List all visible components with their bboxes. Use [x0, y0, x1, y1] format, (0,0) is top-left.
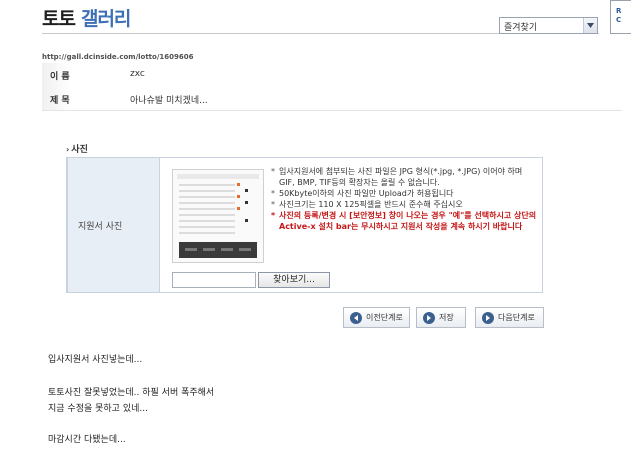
photo-warning: 사진의 등록/변경 시 [보안정보] 창이 나오는 경우 "예"를 선택하시고 …	[270, 210, 540, 232]
post-body-line: 지금 수정을 못하고 있네...	[48, 404, 148, 414]
name-label: 이 름	[50, 72, 70, 82]
save-label: 저장	[439, 313, 454, 322]
name-row: 이 름 zxc	[42, 63, 622, 87]
photo-section-heading: › 사진	[66, 142, 88, 155]
prev-step-button[interactable]: 이전단계로	[343, 307, 410, 328]
photo-file-input[interactable]	[172, 272, 256, 288]
photo-notes: 입사지원서에 첨부되는 사진 파일은 JPG 형식(*.jpg, *.JPG) …	[270, 166, 540, 232]
prev-step-label: 이전단계로	[366, 313, 403, 322]
photo-section-heading-text: 사진	[71, 145, 88, 155]
photo-upload-panel: 지원서 사진 입사지원서에 첨부되는 사진 파일은 JPG 형식(*.jpg, …	[66, 157, 543, 293]
next-step-button[interactable]: 다음단계로	[475, 307, 544, 328]
photo-note-size: 50Kbyte이하의 사진 파일만 Upload가 허용됩니다	[270, 188, 540, 199]
post-body-line: 마감시간 다됐는데...	[48, 435, 126, 445]
save-button[interactable]: 저장	[416, 307, 466, 328]
browse-button[interactable]: 찾아보기...	[258, 272, 330, 288]
favorites-dropdown[interactable]: 즐겨찾기	[499, 17, 598, 34]
next-step-label: 다음단계로	[498, 313, 535, 322]
post-url[interactable]: http://gall.dcinside.com/lotto/1609606	[42, 53, 194, 61]
subject-value: 아나슈발 미치겠네...	[130, 96, 208, 106]
arrow-right-icon	[423, 312, 435, 324]
post-body-line: 토토사진 잘못넣었는데.. 하필 서버 폭주해서	[48, 388, 215, 398]
subject-label: 제 목	[50, 96, 70, 106]
gallery-title[interactable]: 토토 갤러리	[42, 4, 131, 31]
subject-row: 제 목 아나슈발 미치겠네...	[42, 87, 622, 111]
favorites-selected-value: 즐겨찾기	[504, 23, 538, 33]
gallery-title-prefix: 토토	[42, 8, 76, 30]
arrow-right-icon	[482, 312, 494, 324]
gallery-title-name: 갤러리	[80, 8, 131, 30]
arrow-left-icon	[350, 312, 362, 324]
photo-thumbnail	[172, 169, 264, 263]
photo-note-format: 입사지원서에 첨부되는 사진 파일은 JPG 형식(*.jpg, *.JPG) …	[270, 166, 540, 188]
post-body-line: 입사지원서 사진넣는데...	[48, 355, 143, 365]
photo-label-cell: 지원서 사진	[68, 158, 160, 292]
photo-label: 지원서 사진	[78, 222, 123, 232]
photo-note-dimensions: 사진크기는 110 X 125픽셀을 반드시 준수해 주십시오	[270, 199, 540, 210]
name-value: zxc	[130, 69, 145, 79]
chevron-down-icon[interactable]	[583, 18, 597, 33]
arrow-right-icon: ›	[66, 145, 70, 154]
side-panel-edge[interactable]: RC	[610, 0, 631, 34]
